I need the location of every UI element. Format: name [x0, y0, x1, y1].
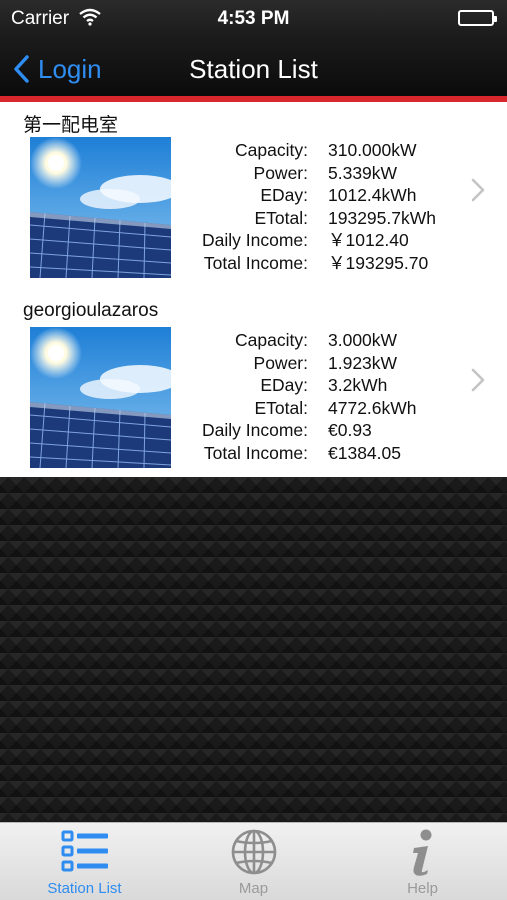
field-value: 3.000kW	[328, 330, 398, 350]
station-list: 第一配电室 Capacity: 310.000kW Power: 5.339kW…	[0, 102, 507, 482]
field-value: ￥193295.70	[328, 252, 429, 273]
field-value: 4772.6kWh	[328, 397, 417, 418]
field-value: €0.93	[328, 420, 372, 440]
field-value: 193295.7kWh	[328, 207, 436, 228]
field-value: 5.339kW	[328, 162, 398, 183]
tab-label: Station List	[47, 880, 122, 897]
status-time: 4:53 PM	[217, 8, 290, 29]
tab-label: Help	[407, 880, 438, 897]
tab-map[interactable]: Map	[169, 823, 338, 900]
header: Carrier 4:53 PM Login Station List	[0, 0, 507, 99]
chevron-right-icon[interactable]	[471, 368, 485, 397]
detail-row: Total Income: ￥193295.70	[180, 252, 460, 275]
field-label: Total Income:	[203, 442, 308, 463]
station-name: 第一配电室	[23, 115, 119, 136]
detail-row: EDay: 1012.4kWh	[180, 184, 460, 207]
field-value: €1384.05	[328, 442, 401, 463]
tab-bar: Station List Map Help	[0, 822, 507, 900]
chevron-right-icon[interactable]	[471, 178, 485, 207]
field-value: 1.923kW	[328, 352, 398, 373]
field-value: 1012.4kWh	[328, 185, 417, 205]
field-label: EDay:	[260, 375, 308, 395]
field-value: 3.2kWh	[328, 375, 388, 395]
detail-row: EDay: 3.2kWh	[180, 374, 460, 397]
field-label: Power:	[253, 352, 308, 373]
detail-row: Capacity: 310.000kW	[180, 139, 460, 162]
field-value: ￥1012.40	[328, 230, 409, 250]
field-label: Capacity:	[235, 140, 308, 160]
station-details: Capacity: 310.000kW Power: 5.339kW EDay: 10…	[180, 139, 460, 274]
status-bar: Carrier 4:53 PM	[0, 0, 507, 36]
tab-help[interactable]: Help	[338, 823, 507, 900]
station-row[interactable]: georgioulazaros Capacity: 3.000kW Power:…	[0, 292, 507, 482]
tab-label: Map	[238, 880, 269, 897]
detail-row: Power: 5.339kW	[180, 162, 460, 185]
field-label: ETotal:	[254, 397, 309, 418]
field-label: Daily Income:	[201, 230, 308, 250]
detail-row: Power: 1.923kW	[180, 352, 460, 375]
detail-row: ETotal: 4772.6kWh	[180, 397, 460, 420]
solar-panel-thumbnail	[30, 327, 171, 468]
solar-panel-thumbnail	[30, 137, 171, 278]
field-label: Power:	[253, 162, 308, 183]
info-icon	[338, 828, 507, 878]
field-label: Capacity:	[235, 330, 308, 350]
detail-row: Daily Income: ￥1012.40	[180, 229, 460, 252]
detail-row: Daily Income: €0.93	[180, 419, 460, 442]
field-label: EDay:	[260, 185, 308, 205]
field-label: ETotal:	[254, 207, 309, 228]
globe-icon	[169, 828, 338, 876]
field-label: Daily Income:	[201, 420, 308, 440]
tab-station-list[interactable]: Station List	[0, 823, 169, 900]
station-details: Capacity: 3.000kW Power: 1.923kW EDay: 3.2k…	[180, 329, 460, 464]
battery-icon	[458, 10, 497, 26]
field-label: Total Income:	[203, 252, 308, 273]
detail-row: ETotal: 193295.7kWh	[180, 207, 460, 230]
station-name: georgioulazaros	[23, 300, 159, 321]
background-pattern	[0, 477, 507, 822]
field-value: 310.000kW	[328, 140, 417, 160]
station-row[interactable]: 第一配电室 Capacity: 310.000kW Power: 5.339kW…	[0, 102, 507, 292]
list-icon	[0, 828, 169, 874]
navigation-bar: Login Station List	[0, 40, 507, 96]
page-title: Station List	[189, 54, 318, 84]
detail-row: Capacity: 3.000kW	[180, 329, 460, 352]
detail-row: Total Income: €1384.05	[180, 442, 460, 465]
